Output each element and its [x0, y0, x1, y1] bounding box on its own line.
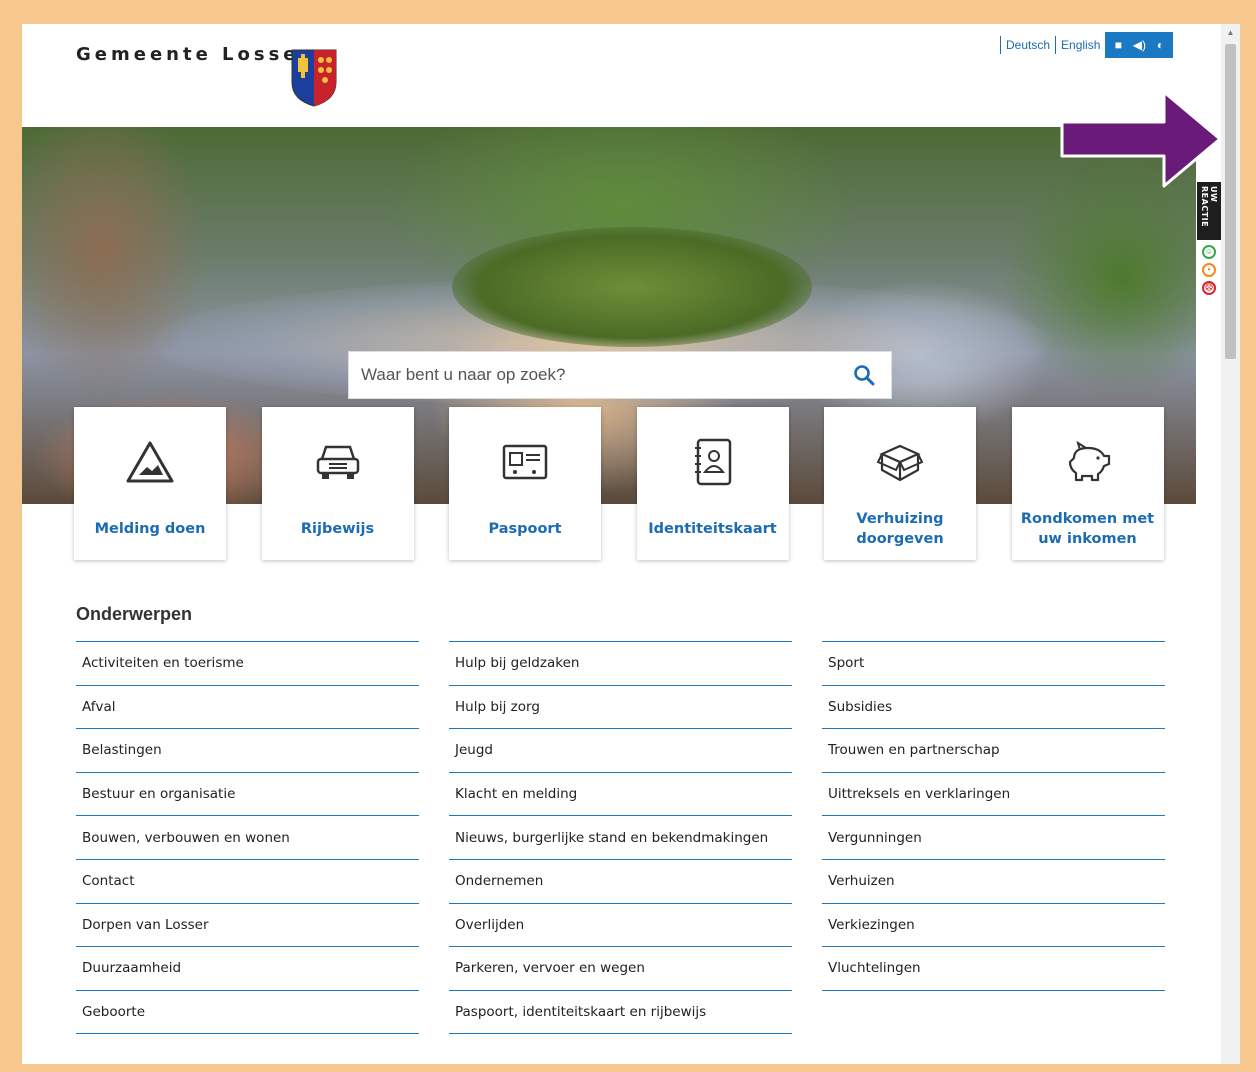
- scroll-up-icon[interactable]: ▲: [1221, 24, 1240, 40]
- topics-column-1: Activiteiten en toerisme Afval Belasting…: [76, 641, 419, 1035]
- speaker-icon[interactable]: ◀): [1133, 38, 1146, 52]
- hero-island: [452, 227, 812, 347]
- search-button[interactable]: [849, 360, 879, 390]
- accessibility-toolbar: ■ ◀) ◐: [1105, 32, 1174, 58]
- tile-verhuizing-doorgeven[interactable]: Verhuizing doorgeven: [824, 407, 976, 560]
- search-icon: [854, 365, 875, 386]
- site-logo-text[interactable]: Gemeente Losser: [76, 44, 312, 65]
- topics-column-3: Sport Subsidies Trouwen en partnerschap …: [822, 641, 1165, 1034]
- feedback-smileys: ☺ • ☹: [1197, 240, 1221, 300]
- topic-link[interactable]: Subsidies: [822, 686, 1165, 730]
- address-book-icon: [694, 438, 731, 486]
- language-link-deutsch[interactable]: Deutsch: [1000, 36, 1055, 54]
- topic-link[interactable]: Jeugd: [449, 729, 792, 773]
- language-link-english[interactable]: English: [1055, 36, 1105, 54]
- topic-link[interactable]: Trouwen en partnerschap: [822, 729, 1165, 773]
- stop-icon[interactable]: ■: [1115, 38, 1122, 52]
- topic-link[interactable]: Belastingen: [76, 729, 419, 773]
- topic-link[interactable]: Dorpen van Losser: [76, 904, 419, 948]
- car-icon: [316, 445, 359, 479]
- topic-link[interactable]: Contact: [76, 860, 419, 904]
- feedback-label: UW REACTIE: [1200, 186, 1218, 228]
- contrast-icon[interactable]: ◐: [1157, 38, 1164, 52]
- quick-links: Melding doen Rijbewijs Paspoort Identite…: [74, 407, 1164, 560]
- tile-rijbewijs[interactable]: Rijbewijs: [261, 407, 414, 560]
- topic-link[interactable]: Parkeren, vervoer en wegen: [449, 947, 792, 991]
- topics-list: Activiteiten en toerisme Afval Belasting…: [76, 641, 1166, 1035]
- topic-link[interactable]: Vergunningen: [822, 816, 1165, 860]
- topic-link[interactable]: Sport: [822, 642, 1165, 686]
- topic-link[interactable]: Bestuur en organisatie: [76, 773, 419, 817]
- topic-link[interactable]: Uittreksels en verklaringen: [822, 773, 1165, 817]
- topic-link[interactable]: Ondernemen: [449, 860, 792, 904]
- tile-label: Rondkomen met uw inkomen: [1020, 511, 1155, 547]
- topic-link[interactable]: Activiteiten en toerisme: [76, 642, 419, 686]
- happy-face-icon[interactable]: ☺: [1202, 245, 1216, 260]
- topic-link[interactable]: Nieuws, burgerlijke stand en bekendmakin…: [449, 816, 792, 860]
- tile-label: Identiteitskaart: [648, 521, 777, 537]
- top-utility-bar: Deutsch English ■ ◀) ◐: [1000, 32, 1174, 58]
- tile-rondkomen-met-uw-inkomen[interactable]: Rondkomen met uw inkomen: [1011, 407, 1164, 560]
- topic-link[interactable]: Bouwen, verbouwen en wonen: [76, 816, 419, 860]
- scroll-thumb[interactable]: [1225, 44, 1236, 359]
- tile-label: Paspoort: [488, 521, 562, 537]
- feedback-tab[interactable]: UW REACTIE ☺ • ☹: [1197, 182, 1221, 300]
- topics-column-2: Hulp bij geldzaken Hulp bij zorg Jeugd K…: [449, 641, 792, 1035]
- tile-paspoort[interactable]: Paspoort: [449, 407, 601, 560]
- topics-heading: Onderwerpen: [76, 604, 193, 624]
- topic-link[interactable]: Paspoort, identiteitskaart en rijbewijs: [449, 991, 792, 1035]
- tile-label: Verhuizing doorgeven: [856, 511, 944, 547]
- sad-face-icon[interactable]: ☹: [1202, 281, 1216, 296]
- tile-melding-doen[interactable]: Melding doen: [74, 407, 226, 560]
- tile-identiteitskaart[interactable]: Identiteitskaart: [636, 407, 789, 560]
- coat-of-arms-icon[interactable]: [290, 48, 338, 108]
- piggy-bank-icon: [1068, 440, 1110, 482]
- neutral-face-icon[interactable]: •: [1202, 263, 1216, 278]
- topic-link[interactable]: Verhuizen: [822, 860, 1165, 904]
- annotation-arrow-icon: [1060, 90, 1222, 188]
- topic-link[interactable]: Afval: [76, 686, 419, 730]
- moving-box-icon: [876, 444, 924, 482]
- topic-link[interactable]: Vluchtelingen: [822, 947, 1165, 991]
- search-bar: [348, 351, 892, 399]
- warning-triangle-icon: [126, 441, 174, 483]
- search-input[interactable]: [361, 365, 849, 385]
- tile-label: Rijbewijs: [300, 521, 375, 537]
- topic-link[interactable]: Klacht en melding: [449, 773, 792, 817]
- topic-link[interactable]: Duurzaamheid: [76, 947, 419, 991]
- id-card-icon: [502, 444, 548, 480]
- topic-link[interactable]: Hulp bij zorg: [449, 686, 792, 730]
- topic-link[interactable]: Geboorte: [76, 991, 419, 1035]
- topic-link[interactable]: Hulp bij geldzaken: [449, 642, 792, 686]
- topic-link[interactable]: Overlijden: [449, 904, 792, 948]
- tile-label: Melding doen: [94, 521, 206, 537]
- topic-link[interactable]: Verkiezingen: [822, 904, 1165, 948]
- browser-viewport: Gemeente Losser Deutsch English ■ ◀) ◐ W…: [22, 24, 1240, 1064]
